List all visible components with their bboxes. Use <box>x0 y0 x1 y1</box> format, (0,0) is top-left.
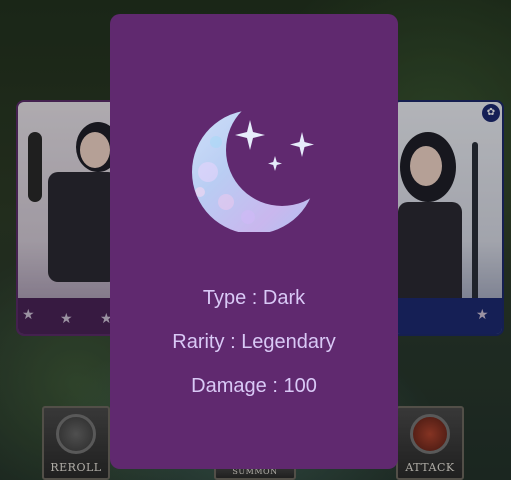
rarity-separator: : <box>230 331 236 353</box>
type-value: Dark <box>262 287 306 309</box>
rarity-value: Legendary <box>241 331 336 353</box>
type-label: Type <box>202 287 247 309</box>
rarity-label: Rarity <box>172 331 225 353</box>
damage-label: Damage <box>191 375 267 397</box>
type-separator: : <box>251 287 258 309</box>
damage-separator: : <box>272 375 278 397</box>
element-rarity-line: Rarity : Legendary <box>110 331 398 354</box>
element-type-line: Type : Dark <box>110 287 398 310</box>
element-damage-line: Damage : 100 <box>110 375 398 398</box>
damage-value: 100 <box>283 375 317 397</box>
crescent-moon-with-sparkles-icon <box>178 82 328 232</box>
